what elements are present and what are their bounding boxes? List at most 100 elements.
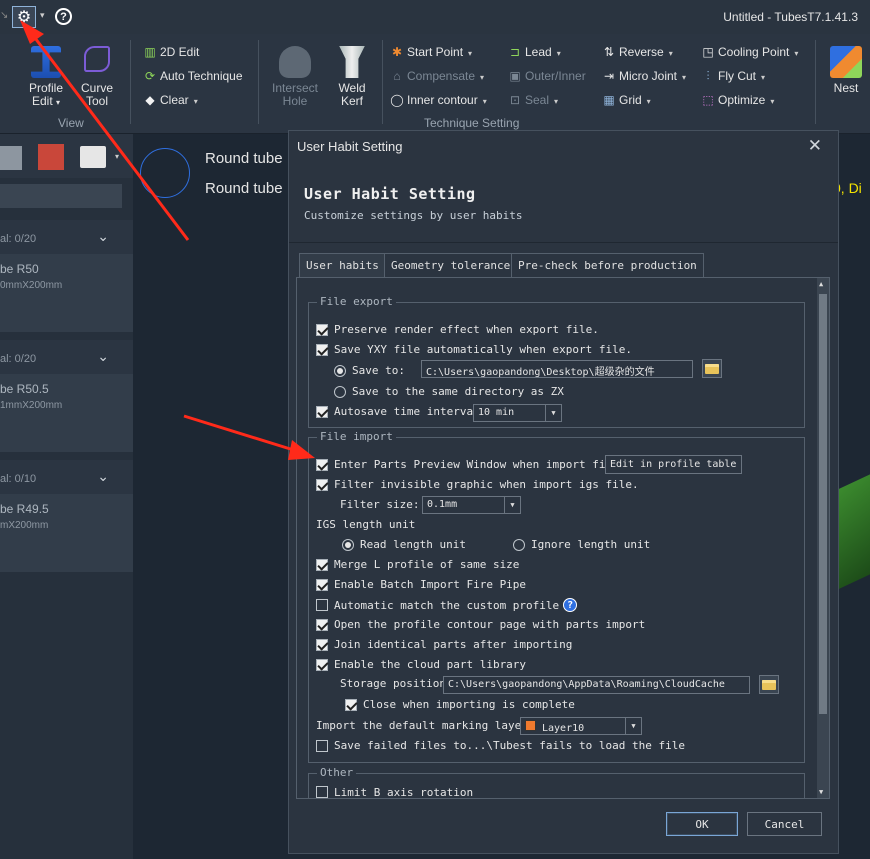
- list-item[interactable]: be R50.5 1mmX200mm: [0, 374, 133, 452]
- checkbox-checked[interactable]: [316, 658, 328, 671]
- scroll-down-icon[interactable]: ▼: [819, 788, 823, 796]
- checkbox-checked[interactable]: [316, 323, 328, 336]
- checkbox-unchecked[interactable]: [316, 786, 328, 798]
- help-icon[interactable]: ?: [55, 8, 72, 25]
- close-when-complete-checkbox[interactable]: Close when importing is complete: [345, 698, 575, 711]
- edit-profile-table-select[interactable]: Edit in profile table: [605, 455, 742, 474]
- chevron-down-icon[interactable]: ⌄: [97, 348, 109, 365]
- chevron-down-icon[interactable]: ▼: [625, 718, 641, 734]
- checkbox-checked[interactable]: [316, 578, 328, 591]
- checkbox-unchecked[interactable]: [316, 599, 328, 611]
- back-icon[interactable]: ↘: [0, 10, 8, 21]
- lead-button[interactable]: ⊐ Lead ▾: [508, 45, 561, 59]
- checkbox-checked[interactable]: [316, 638, 328, 651]
- filter-size-select[interactable]: 0.1mm ▼: [422, 496, 521, 514]
- open-profile-contour-checkbox[interactable]: Open the profile contour page with parts…: [316, 618, 645, 631]
- list-item[interactable]: be R49.5 mX200mm: [0, 494, 133, 572]
- group-header[interactable]: al: 0/20 ⌄: [0, 220, 133, 254]
- chevron-down-icon[interactable]: ▾: [115, 152, 119, 161]
- folder-icon[interactable]: [759, 675, 779, 694]
- start-point-button[interactable]: ✱ Start Point ▾: [390, 45, 472, 59]
- tab-user-habits[interactable]: User habits: [299, 253, 386, 278]
- help-icon[interactable]: ?: [563, 598, 578, 612]
- checkbox-checked[interactable]: [316, 343, 328, 356]
- chevron-down-icon[interactable]: ⌄: [97, 228, 109, 245]
- storage-position-field[interactable]: C:\Users\gaopandong\AppData\Roaming\Clou…: [443, 676, 750, 694]
- join-identical-checkbox[interactable]: Join identical parts after importing: [316, 638, 572, 651]
- scrollbar[interactable]: ▲ ▼: [817, 278, 829, 798]
- inner-contour-button[interactable]: ◯ Inner contour ▾: [390, 93, 486, 107]
- save-failed-files-checkbox[interactable]: Save failed files to...\Tubest fails to …: [316, 739, 685, 752]
- chevron-down-icon[interactable]: ▾: [40, 10, 45, 21]
- save-to-path-field[interactable]: C:\Users\gaopandong\Desktop\超级杂的文件: [421, 360, 693, 378]
- cancel-button[interactable]: Cancel: [747, 812, 822, 836]
- compensate-button[interactable]: ⌂ Compensate ▾: [390, 69, 484, 83]
- nest-button[interactable]: Nest: [826, 46, 866, 95]
- folder-icon[interactable]: [702, 359, 722, 378]
- seal-button[interactable]: ⊡ Seal ▾: [508, 93, 558, 107]
- reverse-button[interactable]: ⇅ Reverse ▾: [602, 45, 673, 59]
- limit-b-axis-checkbox[interactable]: Limit B axis rotation: [316, 786, 473, 798]
- merge-l-profile-checkbox[interactable]: Merge L profile of same size: [316, 558, 519, 571]
- radio-selected[interactable]: [342, 538, 354, 551]
- optimize-button[interactable]: ⬚ Optimize ▾: [701, 93, 774, 107]
- settings-panel: ▲ ▼ File export Preserve render effect wh…: [296, 277, 830, 799]
- edit-list-icon[interactable]: [80, 146, 106, 168]
- auto-match-checkbox[interactable]: Automatic match the custom profile?: [316, 598, 578, 612]
- round-tube-shape[interactable]: [140, 148, 190, 198]
- checkbox-checked[interactable]: [345, 698, 357, 711]
- group-header[interactable]: al: 0/10 ⌄: [0, 460, 133, 494]
- fly-cut-button[interactable]: ⫶ Fly Cut ▾: [701, 69, 765, 84]
- chevron-down-icon[interactable]: ▼: [545, 405, 561, 421]
- cooling-point-button[interactable]: ◳ Cooling Point ▾: [701, 45, 798, 59]
- auto-technique-button[interactable]: ⟳ Auto Technique: [143, 69, 243, 83]
- curve-tool-button[interactable]: Curve Tool: [76, 46, 118, 108]
- tab-pre-check[interactable]: Pre-check before production: [511, 253, 704, 277]
- autosave-checkbox[interactable]: Autosave time interval:: [316, 405, 486, 418]
- checkbox-checked[interactable]: [316, 478, 328, 491]
- add-part-icon[interactable]: [38, 144, 64, 170]
- batch-import-checkbox[interactable]: Enable Batch Import Fire Pipe: [316, 578, 526, 591]
- box-icon[interactable]: [0, 146, 22, 170]
- radio-unselected[interactable]: [513, 538, 525, 551]
- ok-button[interactable]: OK: [666, 812, 738, 836]
- chevron-down-icon[interactable]: ▼: [504, 497, 520, 513]
- tube-3d-model[interactable]: [838, 470, 870, 590]
- filter-invisible-checkbox[interactable]: Filter invisible graphic when import igs…: [316, 478, 639, 491]
- scroll-up-icon[interactable]: ▲: [819, 280, 823, 288]
- checkbox-checked[interactable]: [316, 618, 328, 631]
- gear-icon[interactable]: ⚙: [12, 6, 36, 28]
- micro-joint-button[interactable]: ⇥ Micro Joint ▾: [602, 69, 686, 83]
- list-item[interactable]: be R50 0mmX200mm: [0, 254, 133, 332]
- eraser-icon: ◆: [145, 93, 155, 107]
- profile-edit-button[interactable]: Profile Edit ▾: [24, 46, 68, 109]
- clear-button[interactable]: ◆ Clear ▾: [143, 93, 197, 107]
- checkbox-unchecked[interactable]: [316, 739, 328, 752]
- save-yxy-checkbox[interactable]: Save YXY file automatically when export …: [316, 343, 632, 356]
- edit-2d-button[interactable]: ▥ 2D Edit: [143, 45, 199, 59]
- autosave-interval-select[interactable]: 10 min ▼: [473, 404, 562, 422]
- tab-geometry-tolerance[interactable]: Geometry tolerance: [384, 253, 518, 277]
- group-header[interactable]: al: 0/20 ⌄: [0, 340, 133, 374]
- enter-preview-checkbox[interactable]: Enter Parts Preview Window when import f…: [316, 458, 625, 471]
- save-to-radio[interactable]: Save to:: [334, 364, 405, 377]
- scrollbar-thumb[interactable]: [819, 294, 827, 714]
- close-icon[interactable]: ✕: [808, 136, 822, 156]
- ignore-length-unit-radio[interactable]: Ignore length unit: [513, 538, 650, 551]
- weld-kerf-button[interactable]: Weld Kerf: [330, 46, 374, 108]
- radio-selected[interactable]: [334, 364, 346, 377]
- save-same-dir-radio[interactable]: Save to the same directory as ZX: [334, 385, 564, 398]
- outer-inner-button[interactable]: ▣ Outer/Inner: [508, 69, 585, 83]
- preserve-render-checkbox[interactable]: Preserve render effect when export file.: [316, 323, 599, 336]
- radio-unselected[interactable]: [334, 385, 346, 398]
- checkbox-checked[interactable]: [316, 458, 328, 471]
- checkbox-checked[interactable]: [316, 558, 328, 571]
- intersect-hole-button[interactable]: Intersect Hole: [266, 46, 324, 108]
- checkbox-checked[interactable]: [316, 405, 328, 418]
- search-input[interactable]: [0, 184, 122, 208]
- cloud-library-checkbox[interactable]: Enable the cloud part library: [316, 658, 526, 671]
- marking-layer-select[interactable]: Layer10 ▼: [520, 717, 642, 735]
- grid-button[interactable]: ▦ Grid ▾: [602, 93, 650, 107]
- chevron-down-icon[interactable]: ⌄: [97, 468, 109, 485]
- read-length-unit-radio[interactable]: Read length unit: [342, 538, 466, 551]
